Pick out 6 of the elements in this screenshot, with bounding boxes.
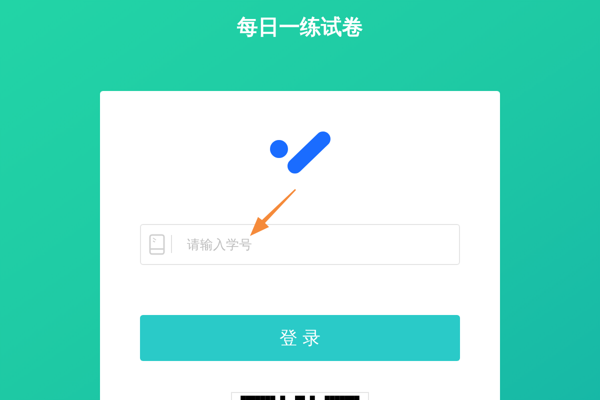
page-title: 每日一练试卷 <box>237 15 363 41</box>
pointer-arrow <box>248 189 297 238</box>
student-id-field[interactable]: 请输入学号 <box>140 224 460 265</box>
logo-icon <box>268 131 332 174</box>
login-button[interactable]: 登 录 <box>140 315 460 361</box>
phone-icon <box>149 234 165 255</box>
